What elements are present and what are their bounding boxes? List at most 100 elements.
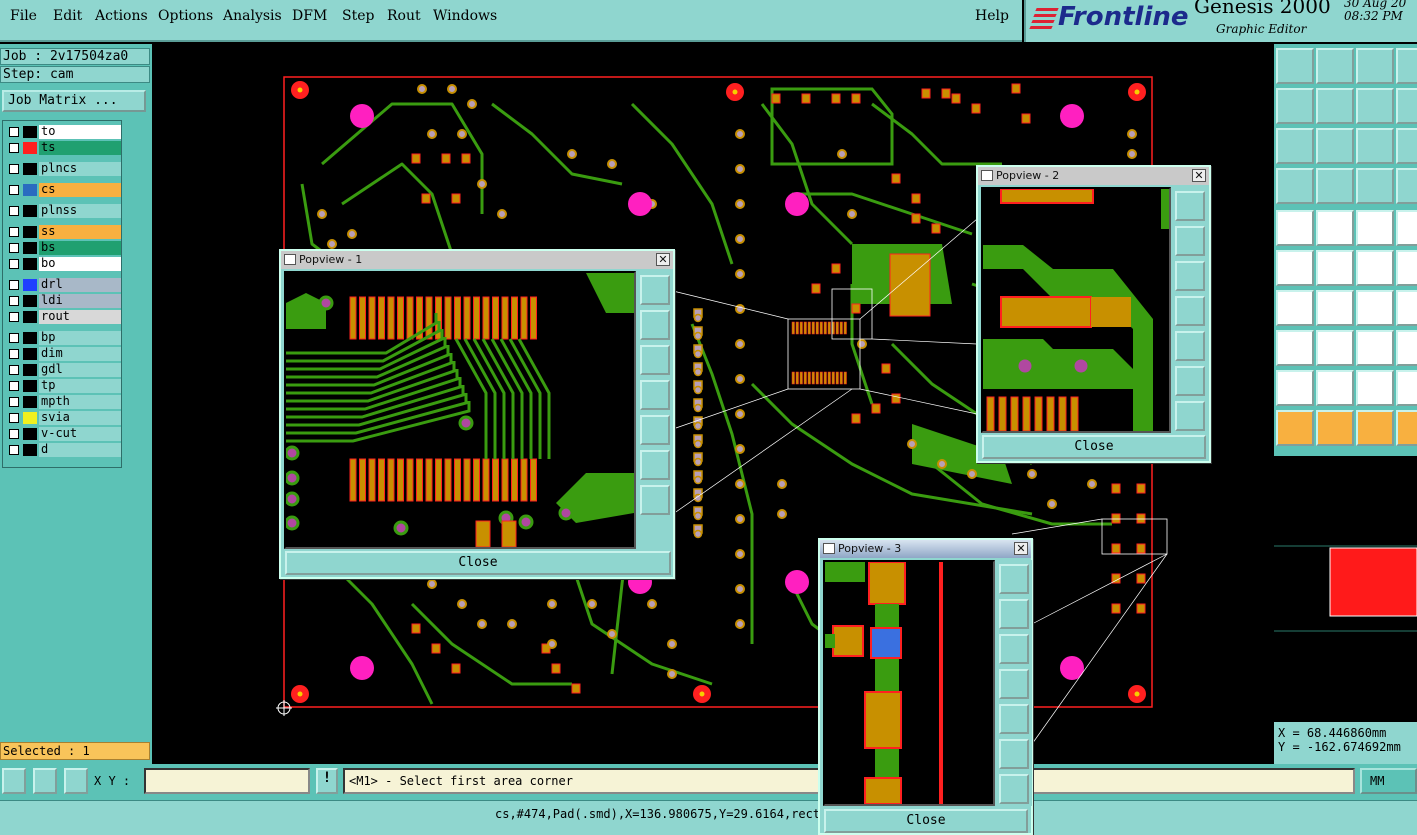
fit-icon[interactable] [1276,128,1314,164]
menu-options[interactable]: Options [158,8,213,24]
layer-checkbox[interactable] [9,280,19,290]
help-icon[interactable] [1396,128,1417,164]
menu-edit[interactable]: Edit [53,8,82,24]
netlist-icon[interactable] [1276,250,1314,286]
layer-color-swatch[interactable] [23,364,37,376]
circle-icon[interactable] [1396,210,1417,246]
close-icon[interactable]: ✕ [1192,169,1206,182]
scale-icon[interactable] [1356,128,1394,164]
zoom-out-icon[interactable] [1175,366,1205,396]
pan-down-icon[interactable] [1175,261,1205,291]
pad-add-icon[interactable] [1276,330,1314,366]
popview-3-window[interactable]: Popview - 3 ✕ Close [818,538,1033,835]
overview-viewport[interactable] [1329,547,1417,617]
layer-row-mpth[interactable]: mpth [5,395,123,409]
layer-name[interactable]: bo [39,257,121,271]
layer-color-swatch[interactable] [23,295,37,307]
layer-checkbox[interactable] [9,333,19,343]
line-icon[interactable] [1316,210,1354,246]
layer-row-ldi[interactable]: ldi [5,294,123,308]
arrow-icon[interactable] [1356,250,1394,286]
menu-step[interactable]: Step [342,8,374,24]
layer-row-tp[interactable]: tp [5,379,123,393]
layer-color-swatch[interactable] [23,184,37,196]
popview-3-titlebar[interactable]: Popview - 3 ✕ [820,540,1031,558]
layer-row-bs[interactable]: bs [5,241,123,255]
close-icon[interactable]: ✕ [1014,542,1028,555]
fit-icon[interactable] [1175,401,1205,431]
layer-checkbox[interactable] [9,127,19,137]
layer-checkbox[interactable] [9,143,19,153]
dash-icon[interactable] [1316,330,1354,366]
layer-checkbox[interactable] [9,429,19,439]
window-menu-icon[interactable] [981,170,993,181]
layer-row-plncs[interactable]: plncs [5,162,123,176]
arc-icon[interactable] [1356,290,1394,326]
layer-row-v-cut[interactable]: v-cut [5,427,123,441]
window-menu-icon[interactable] [284,254,296,265]
popview-3-view[interactable] [823,560,995,806]
pan-right-icon[interactable] [1316,88,1354,124]
zoom-out-icon[interactable] [640,450,670,480]
layer-name[interactable]: cs [39,183,121,197]
layer-name[interactable]: svia [39,411,121,425]
pan-left-icon[interactable] [999,669,1029,699]
zoom-icon[interactable] [640,275,670,305]
layer-row-dim[interactable]: dim [5,347,123,361]
layer-color-swatch[interactable] [23,205,37,217]
layer-color-swatch[interactable] [23,428,37,440]
ruler-icon[interactable] [1356,210,1394,246]
layer-color-swatch[interactable] [23,258,37,270]
layer-row-to[interactable]: to [5,125,123,139]
pan-up-icon[interactable] [640,310,670,340]
popview-2-view[interactable] [981,187,1171,433]
layer-row-gdl[interactable]: gdl [5,363,123,377]
layer-color-swatch[interactable] [23,142,37,154]
fit-icon[interactable] [999,774,1029,804]
popview-2-window[interactable]: Popview - 2 ✕ Close [976,165,1211,463]
layer-name[interactable]: bs [39,241,121,255]
fit-icon[interactable] [640,485,670,515]
snapshot-icon[interactable] [1276,168,1314,204]
menu-windows[interactable]: Windows [433,8,497,24]
layer-checkbox[interactable] [9,445,19,455]
pan-right-icon[interactable] [1175,331,1205,361]
layer-color-swatch[interactable] [23,412,37,424]
text-icon[interactable] [1356,370,1394,406]
pan-up-icon[interactable] [999,599,1029,629]
popview-2-titlebar[interactable]: Popview - 2 ✕ [978,167,1209,185]
zoom-icon[interactable] [999,564,1029,594]
layer-name[interactable]: gdl [39,363,121,377]
layer-color-swatch[interactable] [23,380,37,392]
triangle-icon[interactable] [1276,370,1314,406]
layer-color-swatch[interactable] [23,396,37,408]
layer-row-plnss[interactable]: plnss [5,204,123,218]
layer-name[interactable]: tp [39,379,121,393]
layer-row-cs[interactable]: cs [5,183,123,197]
zoom-area-icon[interactable] [2,768,26,794]
cross-icon[interactable] [1316,250,1354,286]
pan-left-icon[interactable] [1175,296,1205,326]
pan-down-icon[interactable] [640,345,670,375]
select-net-icon[interactable] [1356,410,1394,446]
job-matrix-button[interactable]: Job Matrix ... [2,90,146,112]
layer-checkbox[interactable] [9,227,19,237]
layer-name[interactable]: rout [39,310,121,324]
zoom-out-icon[interactable] [999,739,1029,769]
layer-name[interactable]: ts [39,141,121,155]
layer-checkbox[interactable] [9,206,19,216]
layer-checkbox[interactable] [9,365,19,375]
layer-checkbox[interactable] [9,312,19,322]
measure-icon[interactable] [33,768,57,794]
layer-row-d[interactable]: d [5,443,123,457]
mirror-icon[interactable] [1396,168,1417,204]
layer-name[interactable]: mpth [39,395,121,409]
angle-icon[interactable] [1276,290,1314,326]
layer-color-swatch[interactable] [23,279,37,291]
layer-row-ss[interactable]: ss [5,225,123,239]
layer-color-swatch[interactable] [23,311,37,323]
window-menu-icon[interactable] [823,543,835,554]
popview-3-close-button[interactable]: Close [824,809,1028,833]
layer-checkbox[interactable] [9,349,19,359]
popview-1-close-button[interactable]: Close [285,551,671,575]
